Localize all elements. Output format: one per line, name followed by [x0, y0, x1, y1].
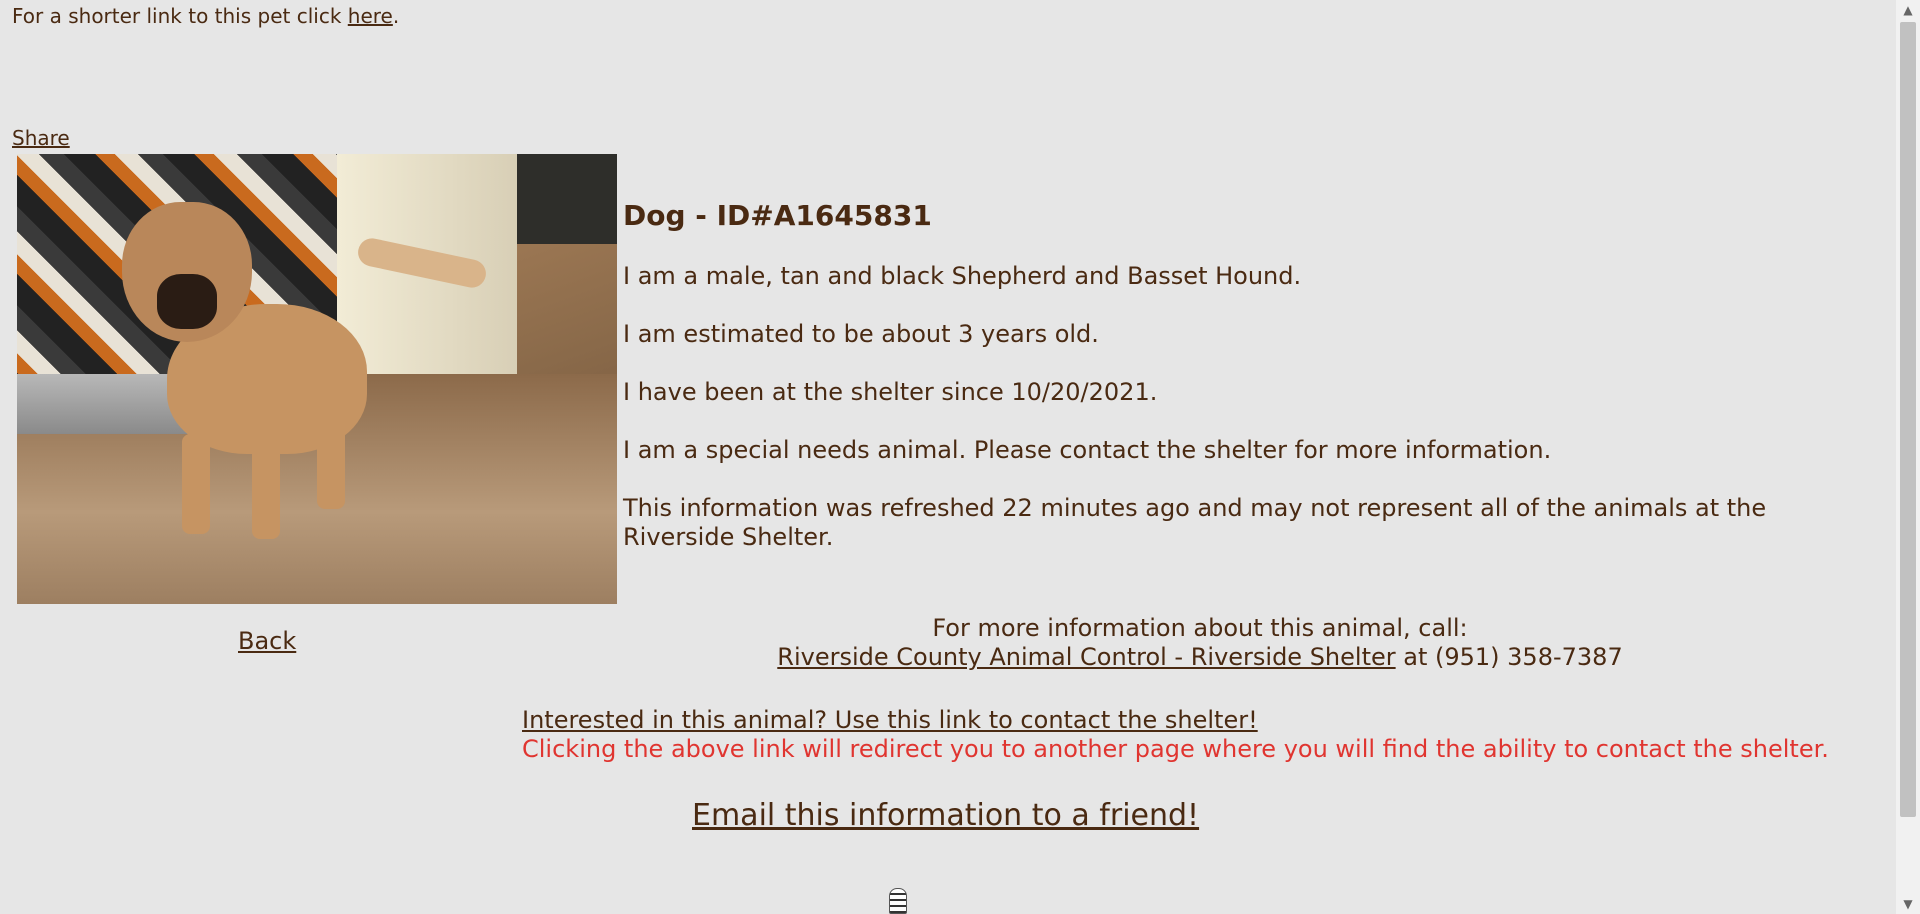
photo-background-door	[517, 154, 617, 244]
lighthouse-logo-icon	[889, 888, 907, 914]
scroll-down-arrow-icon[interactable]: ▼	[1896, 894, 1920, 914]
animal-description-intake: I have been at the shelter since 10/20/2…	[623, 378, 1158, 406]
shelter-link[interactable]: Riverside County Animal Control - Rivers…	[777, 643, 1395, 671]
animal-description-breed: I am a male, tan and black Shepherd and …	[623, 262, 1302, 290]
contact-shelter-block: Interested in this animal? Use this link…	[522, 706, 1829, 764]
back-link[interactable]: Back	[238, 627, 296, 655]
dog-leg	[252, 439, 280, 539]
animal-details: Dog - ID#A1645831 I am a male, tan and b…	[623, 196, 1863, 581]
scroll-up-arrow-icon[interactable]: ▲	[1896, 0, 1920, 20]
animal-description-special-needs: I am a special needs animal. Please cont…	[623, 436, 1552, 464]
shelter-line: Riverside County Animal Control - Rivers…	[620, 643, 1780, 672]
redirect-warning: Clicking the above link will redirect yo…	[522, 735, 1829, 763]
shelter-phone: at (951) 358-7387	[1395, 643, 1623, 671]
short-link-line: For a shorter link to this pet click her…	[12, 4, 399, 28]
page-scrollbar[interactable]: ▲ ▼	[1896, 0, 1920, 914]
animal-description-age: I am estimated to be about 3 years old.	[623, 320, 1099, 348]
page: For a shorter link to this pet click her…	[0, 0, 1896, 914]
dog-leg	[182, 434, 210, 534]
short-link-suffix: .	[392, 4, 400, 28]
contact-shelter-link[interactable]: Interested in this animal? Use this link…	[522, 706, 1258, 734]
call-info: For more information about this animal, …	[620, 614, 1780, 672]
share-link[interactable]: Share	[12, 126, 70, 150]
refresh-note: This information was refreshed 22 minute…	[623, 494, 1767, 551]
dog-photo	[17, 154, 617, 604]
email-friend-link[interactable]: Email this information to a friend!	[692, 798, 1199, 833]
dog-leg	[317, 424, 345, 509]
scrollbar-thumb[interactable]	[1900, 22, 1916, 817]
short-link-text: For a shorter link to this pet click	[12, 4, 348, 28]
call-text: For more information about this animal, …	[932, 614, 1468, 642]
animal-title: Dog - ID#A1645831	[623, 199, 932, 232]
dog-muzzle	[157, 274, 217, 329]
short-link-here[interactable]: here	[348, 4, 393, 28]
